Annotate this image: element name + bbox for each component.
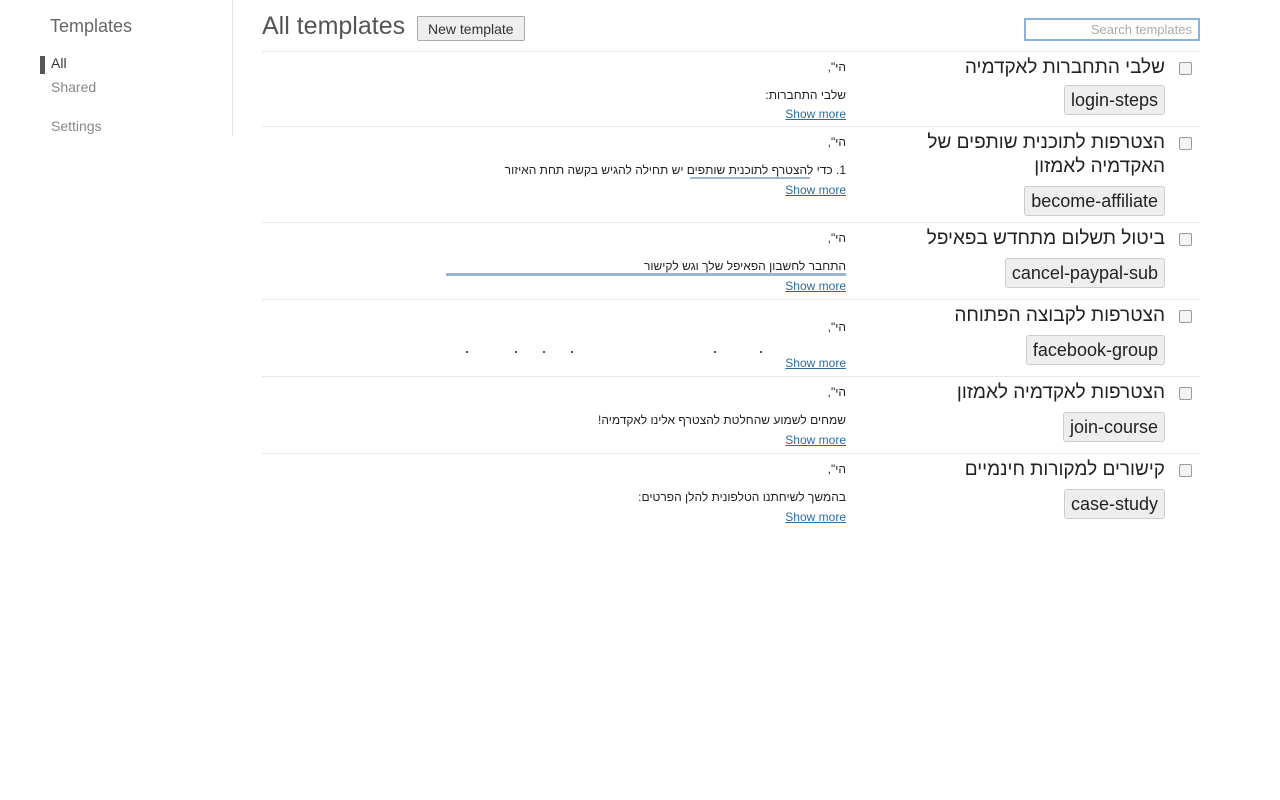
preview-line: התחבר לחשבון הפאיפל שלך וגש לקישור <box>644 259 846 273</box>
sidebar-item-shared[interactable]: Shared <box>40 79 220 95</box>
show-more-link[interactable]: Show more <box>785 279 846 293</box>
template-checkbox[interactable] <box>1179 233 1192 246</box>
template-row[interactable]: הי", שמחים לשמוע שהחלטת להצטרף אלינו לאק… <box>262 377 1200 454</box>
template-preview: הי", התחבר לחשבון הפאיפל שלך וגש לקישור <box>262 223 846 277</box>
template-row[interactable]: הי", שלבי התחברות: Show more שלבי התחברו… <box>262 52 1200 127</box>
search-input[interactable] <box>1024 18 1200 41</box>
template-row[interactable]: הי", בהמשך לשיחתנו הטלפונית להלן הפרטים:… <box>262 454 1200 531</box>
preview-line: שמחים לשמוע שהחלטת להצטרף אלינו לאקדמיה! <box>598 413 846 427</box>
template-shortcut: become-affiliate <box>1024 186 1165 216</box>
template-checkbox[interactable] <box>1179 310 1192 323</box>
template-row[interactable]: הי", Show more הצטרפות לקבוצה הפתוחה fac… <box>262 300 1200 377</box>
sidebar-item-settings[interactable]: Settings <box>40 118 220 134</box>
template-shortcut: join-course <box>1062 412 1165 442</box>
page-title: All templates <box>262 12 406 40</box>
preview-greeting: הי", <box>827 462 846 476</box>
preview-greeting: הי", <box>827 320 846 334</box>
template-title: שלבי התחברות לאקדמיה <box>964 57 1165 78</box>
sidebar: Templates All Shared Settings <box>40 0 233 136</box>
template-preview: הי", בהמשך לשיחתנו הטלפונית להלן הפרטים: <box>262 454 846 531</box>
new-template-button[interactable]: New template <box>417 16 525 41</box>
show-more-link[interactable]: Show more <box>785 433 846 447</box>
template-shortcut: cancel-paypal-sub <box>1004 258 1165 288</box>
template-preview: הי", שמחים לשמוע שהחלטת להצטרף אלינו לאק… <box>262 377 846 454</box>
template-checkbox[interactable] <box>1179 464 1192 477</box>
template-shortcut: case-study <box>1063 489 1165 519</box>
preview-greeting: הי", <box>827 60 846 74</box>
template-title: הצטרפות לאקדמיה לאמזון <box>956 382 1165 403</box>
template-preview: הי", <box>262 300 846 377</box>
show-more-link[interactable]: Show more <box>785 510 846 524</box>
template-list: הי", שלבי התחברות: Show more שלבי התחברו… <box>262 51 1200 531</box>
show-more-link[interactable]: Show more <box>785 107 846 121</box>
preview-line: שלבי התחברות: <box>765 88 846 102</box>
template-preview: הי", 1. כדי להצטרף לתוכנית שותפים יש תחי… <box>262 127 846 179</box>
template-checkbox[interactable] <box>1179 62 1192 75</box>
preview-line: 1. כדי להצטרף לתוכנית שותפים יש תחילה לה… <box>504 163 846 177</box>
preview-line: בהמשך לשיחתנו הטלפונית להלן הפרטים: <box>638 490 846 504</box>
sidebar-title: Templates <box>50 16 133 36</box>
template-row[interactable]: הי", התחבר לחשבון הפאיפל שלך וגש לקישור … <box>262 223 1200 300</box>
sidebar-item-all[interactable]: All <box>40 55 220 74</box>
template-title: הצטרפות לקבוצה הפתוחה <box>954 305 1165 326</box>
show-more-link[interactable]: Show more <box>785 183 846 197</box>
preview-greeting: הי", <box>827 231 846 245</box>
template-title: קישורים למקורות חינמיים <box>964 459 1165 480</box>
preview-greeting: הי", <box>827 385 846 399</box>
show-more-link[interactable]: Show more <box>785 356 846 370</box>
clipped-link-line <box>690 177 810 179</box>
template-row[interactable]: הי", 1. כדי להצטרף לתוכנית שותפים יש תחי… <box>262 127 1200 223</box>
template-shortcut: facebook-group <box>1025 335 1165 365</box>
preview-clipped-text <box>262 351 846 355</box>
template-checkbox[interactable] <box>1179 137 1192 150</box>
template-preview: הי", שלבי התחברות: <box>262 52 846 127</box>
template-title: הצטרפות לתוכנית שותפים של האקדמיה לאמזון <box>927 132 1165 177</box>
template-checkbox[interactable] <box>1179 387 1192 400</box>
template-title: ביטול תשלום מתחדש בפאיפל <box>926 228 1165 249</box>
preview-greeting: הי", <box>827 135 846 149</box>
template-shortcut: login-steps <box>1063 85 1165 115</box>
clipped-link-line <box>446 273 846 276</box>
